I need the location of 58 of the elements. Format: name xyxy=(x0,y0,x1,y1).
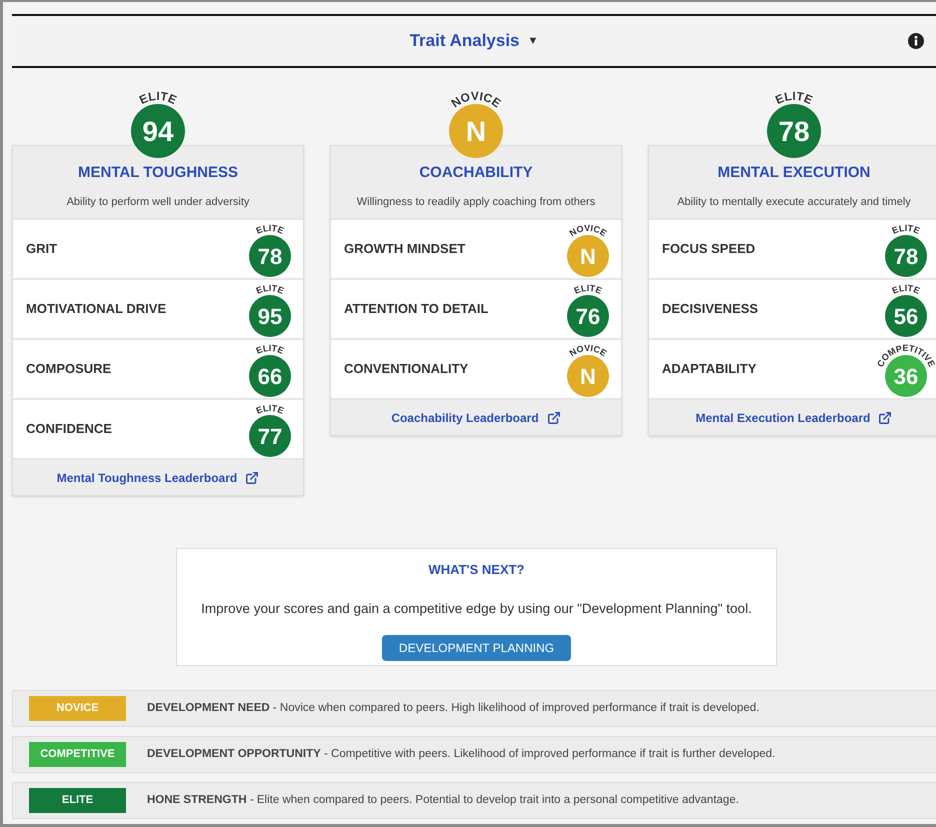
rating-label: ELITE xyxy=(137,89,179,108)
trait-name: CONVENTIONALITY xyxy=(344,360,468,378)
rating-label: NOVICE xyxy=(568,222,608,238)
score-value: 66 xyxy=(258,364,282,389)
external-link-icon xyxy=(546,410,561,424)
trait-name: ATTENTION TO DETAIL xyxy=(344,300,488,318)
leaderboard-link[interactable]: Coachability Leaderboard xyxy=(391,408,561,426)
whats-next-text: Improve your scores and gain a competitive edge by using our "Development Planning" tool. xyxy=(201,600,752,618)
rating-label: NOVICE xyxy=(568,342,608,358)
rating-label: ELITE xyxy=(254,342,286,356)
rating-label: ELITE xyxy=(254,222,286,236)
legend-description: DEVELOPMENT NEED - Novice when compared to peers. High likelihood of improved performance if trait is developed. xyxy=(147,700,760,716)
rating-tag: COMPETITIVE xyxy=(29,742,126,767)
external-link-icon xyxy=(878,410,892,424)
score-value: 94 xyxy=(142,116,174,147)
category-title: MENTAL EXECUTION xyxy=(718,163,870,183)
rating-label: ELITE xyxy=(254,282,286,296)
info-icon[interactable] xyxy=(908,33,924,49)
rating-tag: NOVICE xyxy=(29,696,126,721)
score-value: 56 xyxy=(894,304,918,329)
trait-name: GRIT xyxy=(26,240,58,258)
category-title: MENTAL TOUGHNESS xyxy=(78,163,238,183)
score-value: N xyxy=(466,116,486,147)
rating-label: ELITE xyxy=(890,282,922,296)
score-value: 78 xyxy=(258,244,282,269)
category-title: COACHABILITY xyxy=(419,163,533,183)
rating-tag: ELITE xyxy=(29,788,126,813)
trait-name: DECISIVENESS xyxy=(662,300,758,318)
rating-label: ELITE xyxy=(890,222,922,236)
score-value: 78 xyxy=(778,116,810,147)
category-description: Ability to perform well under adversity xyxy=(66,195,250,210)
rating-label: ELITE xyxy=(572,282,604,296)
external-link-icon xyxy=(245,470,260,484)
rating-label: NOVICE xyxy=(448,88,504,110)
whats-next-title: WHAT'S NEXT? xyxy=(428,561,524,579)
score-value: 95 xyxy=(258,304,282,329)
trait-name: COMPOSURE xyxy=(26,360,112,378)
trait-name: CONFIDENCE xyxy=(26,420,112,438)
trait-name: ADAPTABILITY xyxy=(662,360,756,378)
score-value: 36 xyxy=(894,364,918,389)
rating-label: ELITE xyxy=(254,402,286,416)
score-value: N xyxy=(580,364,596,389)
rating-label: ELITE xyxy=(773,89,815,108)
score-value: N xyxy=(580,244,596,269)
development-planning-button[interactable]: DEVELOPMENT PLANNING xyxy=(382,634,572,661)
trait-name: GROWTH MINDSET xyxy=(344,240,466,258)
legend-description: DEVELOPMENT OPPORTUNITY - Competitive with peers. Likelihood of improved performance if trait is further developed. xyxy=(147,746,776,762)
leaderboard-link[interactable]: Mental Toughness Leaderboard xyxy=(56,468,260,486)
trait-analysis-dropdown[interactable]: Trait Analysis ▼ xyxy=(410,28,538,54)
trait-name: MOTIVATIONAL DRIVE xyxy=(26,300,166,318)
category-description: Ability to mentally execute accurately and timely xyxy=(677,195,911,210)
leaderboard-link[interactable]: Mental Execution Leaderboard xyxy=(696,408,892,426)
score-value: 76 xyxy=(576,304,600,329)
trait-name: FOCUS SPEED xyxy=(662,240,756,258)
score-value: 77 xyxy=(258,424,282,449)
category-description: Willingness to readily apply coaching from others xyxy=(356,195,596,210)
legend-description: HONE STRENGTH - Elite when compared to peers. Potential to develop trait into a personal competitive advantage. xyxy=(147,792,739,808)
score-value: 78 xyxy=(894,244,918,269)
